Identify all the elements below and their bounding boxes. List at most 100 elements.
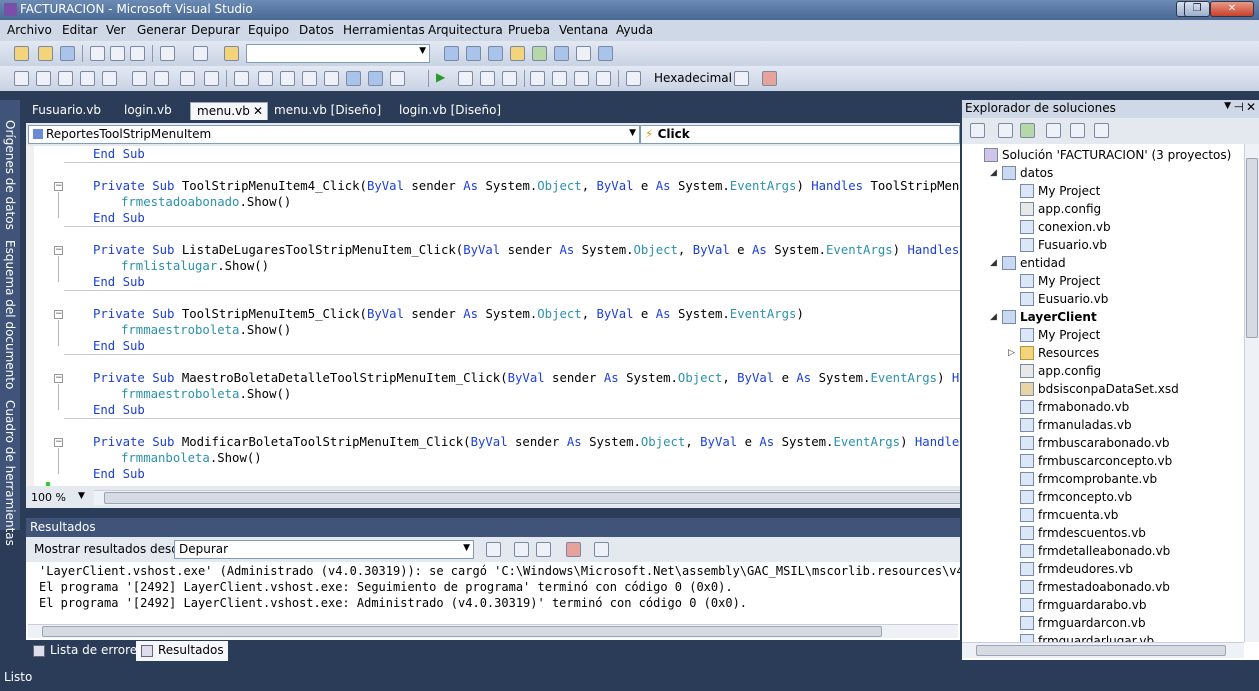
menu-item-arquitectura[interactable]: Arquitectura — [428, 23, 503, 37]
stop-icon[interactable] — [480, 71, 495, 86]
new-project-icon[interactable] — [14, 46, 29, 61]
tab-fusuario[interactable]: Fusuario.vb — [26, 102, 107, 120]
step-into-icon[interactable] — [530, 71, 545, 86]
expand-toggle-icon[interactable]: ▷ — [1008, 348, 1015, 358]
uncomment-icon[interactable] — [180, 71, 195, 86]
redo-icon[interactable] — [193, 46, 208, 61]
chevron-down-icon[interactable]: ▼ — [1224, 101, 1231, 111]
expand-toggle-icon[interactable]: ◢ — [990, 258, 997, 268]
tree-node[interactable]: frmcuenta.vb — [1020, 506, 1118, 524]
tab-error-list[interactable]: Lista de errores — [28, 641, 147, 661]
command-window-icon[interactable] — [576, 46, 591, 61]
open-file-icon[interactable] — [38, 46, 53, 61]
close-button[interactable]: ✕ — [1210, 1, 1254, 17]
tab-login-design[interactable]: login.vb [Diseño] — [393, 102, 507, 120]
tree-node[interactable]: Resources — [1020, 344, 1099, 362]
breakpoints-icon[interactable] — [734, 71, 749, 86]
word-wrap-icon[interactable] — [594, 542, 609, 557]
tab-output[interactable]: Resultados — [136, 641, 228, 661]
tree-node[interactable]: My Project — [1020, 182, 1100, 200]
tree-node[interactable]: conexion.vb — [1020, 218, 1111, 236]
tree-node[interactable]: My Project — [1020, 326, 1100, 344]
menu-item-ver[interactable]: Ver — [106, 23, 126, 37]
output-horizontal-scrollbar[interactable] — [28, 624, 958, 638]
tree-node[interactable]: frmdeudores.vb — [1020, 560, 1133, 578]
pause-icon[interactable] — [458, 71, 473, 86]
tree-node[interactable]: frmdetalleabonado.vb — [1020, 542, 1170, 560]
hexadecimal-toggle[interactable]: Hexadecimal — [654, 71, 732, 85]
tree-node[interactable]: bdsisconpaDataSet.xsd — [1020, 380, 1179, 398]
scroll-thumb[interactable] — [976, 645, 1226, 656]
comment-bubble-icon[interactable] — [280, 71, 295, 86]
side-tab-document-outline[interactable]: Esquema del documento — [3, 240, 17, 389]
show-all-files-icon[interactable] — [998, 123, 1013, 138]
close-icon[interactable]: ✕ — [253, 104, 263, 118]
outdent-icon[interactable] — [132, 71, 147, 86]
tree-node[interactable]: app.config — [1020, 200, 1101, 218]
scroll-thumb[interactable] — [104, 492, 964, 504]
chevron-down-icon[interactable]: ▼ — [78, 491, 85, 501]
tree-node[interactable]: Solución 'FACTURACION' (3 proyectos) — [984, 146, 1231, 164]
tab-menu[interactable]: menu.vb ✕ — [190, 102, 268, 120]
object-browser-icon[interactable] — [488, 46, 503, 61]
menu-item-depurar[interactable]: Depurar — [191, 23, 240, 37]
tree-node[interactable]: frmabonado.vb — [1020, 398, 1129, 416]
menu-item-archivo[interactable]: Archivo — [7, 23, 52, 37]
pin-icon[interactable]: ⊣ — [1234, 100, 1244, 114]
paste-icon[interactable] — [130, 46, 145, 61]
side-tab-toolbox[interactable]: Cuadro de herramientas — [3, 400, 17, 546]
tree-node[interactable]: entidad — [1002, 254, 1066, 272]
scroll-thumb[interactable] — [42, 626, 882, 637]
toolbox-icon[interactable] — [510, 46, 525, 61]
next-bookmark-icon[interactable] — [324, 71, 339, 86]
tree-node[interactable]: frmconcepto.vb — [1020, 488, 1132, 506]
editor-horizontal-scrollbar[interactable] — [94, 490, 964, 505]
refresh-icon[interactable] — [1020, 123, 1035, 138]
other-windows-icon[interactable] — [598, 46, 613, 61]
play-icon[interactable]: ▶ — [436, 70, 451, 85]
menu-item-herramientas[interactable]: Herramientas — [343, 23, 425, 37]
tree-node[interactable]: frmbuscarabonado.vb — [1020, 434, 1170, 452]
tree-node[interactable]: frmestadoabonado.vb — [1020, 578, 1170, 596]
copy-icon[interactable] — [110, 46, 125, 61]
tree-node[interactable]: frmcomprobante.vb — [1020, 470, 1157, 488]
solution-vertical-scrollbar[interactable] — [1244, 144, 1259, 642]
clear-all-icon[interactable] — [566, 542, 581, 557]
navigate-forward-icon[interactable] — [368, 71, 383, 86]
comment-icon[interactable] — [154, 71, 169, 86]
code-editor[interactable]: End Sub − Private Sub ToolStripMenuItem4_C… — [26, 146, 960, 486]
tree-node[interactable]: LayerClient — [1002, 308, 1097, 326]
collapse-icon[interactable]: − — [54, 438, 63, 447]
start-page-icon[interactable] — [532, 46, 547, 61]
expand-toggle-icon[interactable]: ◢ — [990, 168, 997, 178]
event-combo[interactable]: ⚡ Click — [640, 125, 960, 144]
menu-item-ayuda[interactable]: Ayuda — [616, 23, 653, 37]
collapse-icon[interactable]: − — [54, 246, 63, 255]
tree-node[interactable]: Fusuario.vb — [1020, 236, 1107, 254]
next-message-icon[interactable] — [536, 542, 551, 557]
menu-item-generar[interactable]: Generar — [137, 23, 186, 37]
menu-item-editar[interactable]: Editar — [62, 23, 98, 37]
tree-node[interactable]: frmanuladas.vb — [1020, 416, 1132, 434]
tree-node[interactable]: Eusuario.vb — [1020, 290, 1108, 308]
find-in-files-icon[interactable] — [224, 46, 239, 61]
tree-node[interactable]: datos — [1002, 164, 1053, 182]
object-combo[interactable]: ReportesToolStripMenuItem ▼ — [28, 125, 640, 144]
find-combo[interactable]: ▼ — [246, 44, 430, 63]
tree-node[interactable]: app.config — [1020, 362, 1101, 380]
step-over-icon[interactable] — [552, 71, 567, 86]
rectangle-icon[interactable] — [234, 71, 249, 86]
debug-windows-icon[interactable] — [762, 71, 777, 86]
show-next-statement-icon[interactable] — [596, 71, 611, 86]
expand-toggle-icon[interactable]: ◢ — [990, 312, 997, 322]
align-right-icon[interactable] — [58, 71, 73, 86]
step-out-icon[interactable] — [574, 71, 589, 86]
font-size-icon[interactable] — [80, 71, 95, 86]
tree-node[interactable]: frmguardarabo.vb — [1020, 596, 1146, 614]
align-center-icon[interactable] — [36, 71, 51, 86]
tab-menu-design[interactable]: menu.vb [Diseño] — [268, 102, 387, 120]
extension-manager-icon[interactable] — [554, 46, 569, 61]
save-icon[interactable] — [60, 46, 75, 61]
solution-horizontal-scrollbar[interactable] — [962, 642, 1244, 658]
tree-node[interactable]: frmbuscarconcepto.vb — [1020, 452, 1172, 470]
